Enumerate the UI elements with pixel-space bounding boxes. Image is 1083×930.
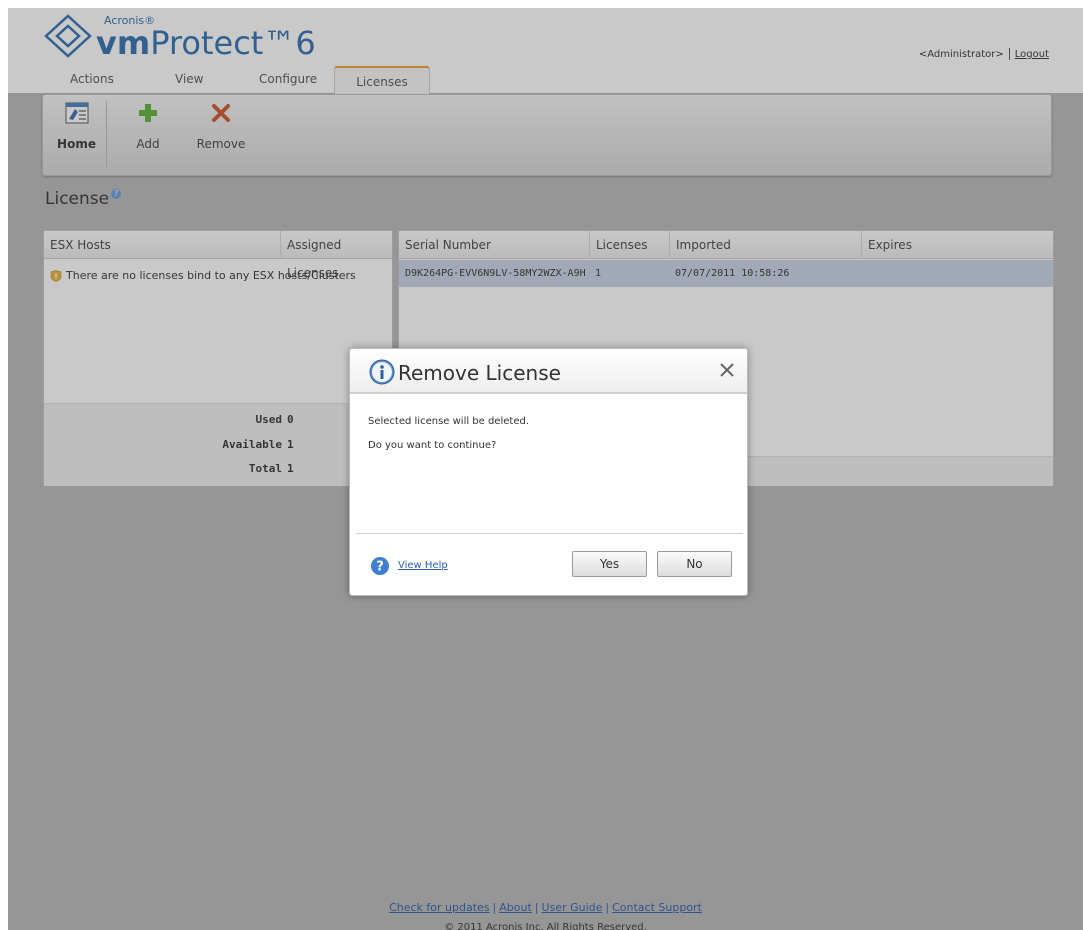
dialog-title: Remove License xyxy=(398,361,561,385)
close-icon[interactable] xyxy=(717,360,737,380)
help-question-icon[interactable]: ? xyxy=(370,556,390,576)
dialog-divider xyxy=(356,533,743,534)
info-icon xyxy=(369,359,395,385)
app-window: Acronis® vmProtect™6 <Administrator> Logo… xyxy=(8,8,1083,930)
view-help-link[interactable]: View Help xyxy=(398,560,448,571)
svg-text:?: ? xyxy=(376,560,384,575)
yes-button[interactable]: Yes xyxy=(572,551,647,577)
dialog-message-1: Selected license will be deleted. xyxy=(368,416,530,427)
dialog-header: Remove License xyxy=(350,349,747,394)
dialog-message-2: Do you want to continue? xyxy=(368,440,497,451)
no-button[interactable]: No xyxy=(657,551,732,577)
remove-license-dialog: Remove License Selected license will be … xyxy=(349,348,748,596)
